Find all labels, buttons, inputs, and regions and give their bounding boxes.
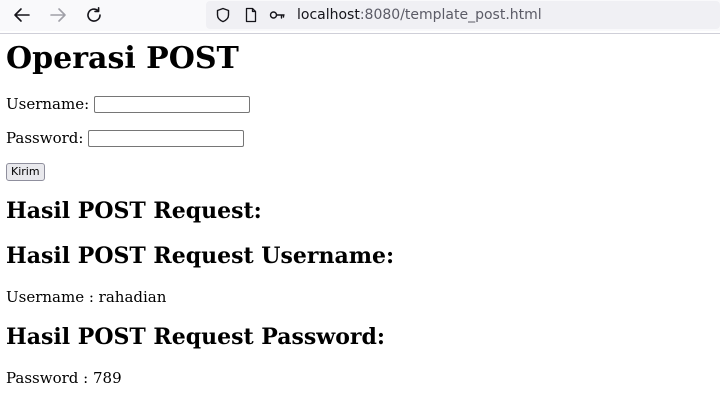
- password-input[interactable]: [88, 129, 245, 147]
- browser-toolbar: localhost:8080/template_post.html: [0, 0, 720, 31]
- arrow-right-icon: [50, 8, 66, 22]
- page-icon[interactable]: [243, 7, 259, 23]
- reload-icon: [87, 7, 101, 22]
- page-title: Operasi POST: [6, 41, 239, 76]
- back-button[interactable]: [10, 3, 34, 27]
- url-path: :8080/template_post.html: [359, 7, 542, 23]
- submit-button[interactable]: Kirim: [6, 163, 45, 181]
- result-password-heading: Hasil POST Request Password:: [6, 324, 385, 350]
- username-row: Username:: [6, 95, 251, 113]
- forward-button[interactable]: [46, 3, 70, 27]
- arrow-left-icon: [14, 8, 30, 22]
- result-username-heading: Hasil POST Request Username:: [6, 243, 395, 269]
- username-label: Username:: [6, 95, 90, 113]
- url-host: localhost: [297, 7, 360, 23]
- shield-icon[interactable]: [215, 7, 231, 23]
- url-bar[interactable]: localhost:8080/template_post.html: [206, 1, 720, 29]
- username-input[interactable]: [94, 95, 251, 113]
- key-icon[interactable]: [269, 7, 285, 23]
- password-label: Password:: [6, 129, 84, 147]
- result-password-text: Password : 789: [6, 369, 122, 387]
- result-heading: Hasil POST Request:: [6, 198, 262, 224]
- result-username-text: Username : rahadian: [6, 288, 167, 306]
- reload-button[interactable]: [82, 3, 106, 27]
- url-text[interactable]: localhost:8080/template_post.html: [297, 6, 542, 24]
- toolbar-divider: [0, 33, 720, 34]
- password-row: Password:: [6, 129, 245, 147]
